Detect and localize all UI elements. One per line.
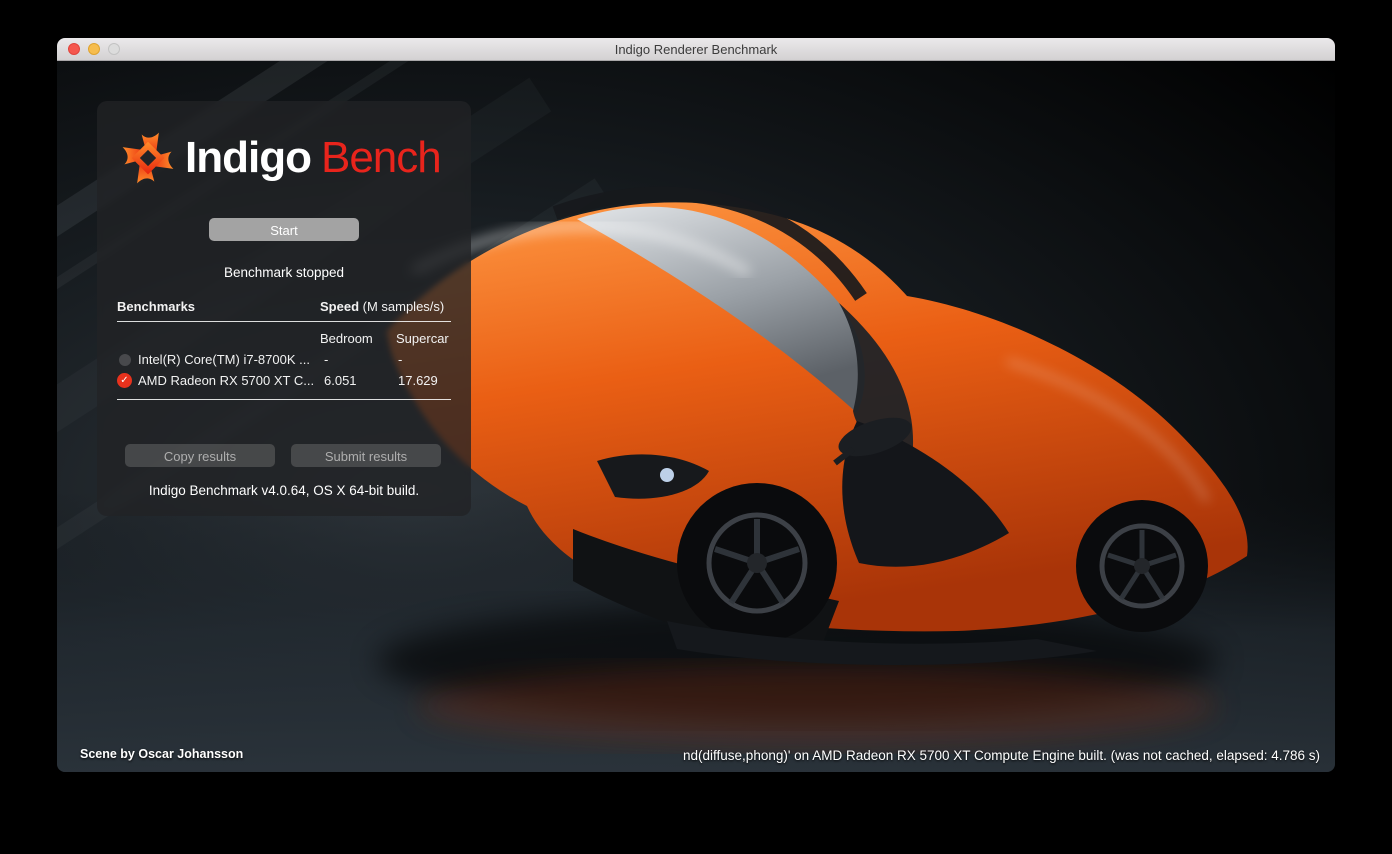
- device-name: Intel(R) Core(TM) i7-8700K ...: [138, 352, 310, 367]
- column-bedroom: Bedroom: [320, 331, 373, 346]
- table-header: Benchmarks Speed (M samples/s): [117, 299, 451, 322]
- zoom-button[interactable]: [108, 43, 120, 55]
- benchmarks-header: Benchmarks: [117, 299, 195, 314]
- submit-results-button[interactable]: Submit results: [291, 444, 441, 467]
- scene-credit-text: Scene by Oscar Johansson: [80, 747, 243, 761]
- app-logo: Indigo Bench: [119, 127, 441, 189]
- table-bottom-divider: [117, 399, 451, 400]
- results-table: Benchmarks Speed (M samples/s) Bedroom S…: [117, 299, 451, 400]
- render-viewport: Indigo Bench Start Benchmark stopped Ben…: [57, 61, 1335, 772]
- column-labels: Bedroom Supercar: [117, 331, 451, 349]
- supercar-score: -: [398, 352, 402, 367]
- version-text: Indigo Benchmark v4.0.64, OS X 64-bit bu…: [97, 483, 471, 498]
- pending-dot-icon: [117, 352, 132, 367]
- bedroom-score: 6.051: [324, 373, 357, 388]
- window-title: Indigo Renderer Benchmark: [57, 42, 1335, 57]
- benchmark-panel: Indigo Bench Start Benchmark stopped Ben…: [97, 101, 471, 516]
- app-window: Indigo Renderer Benchmark: [57, 38, 1335, 772]
- close-button[interactable]: [68, 43, 80, 55]
- device-name: AMD Radeon RX 5700 XT C...: [138, 373, 314, 388]
- column-supercar: Supercar: [396, 331, 449, 346]
- traffic-lights: [68, 38, 120, 60]
- checked-icon: ✓: [117, 373, 132, 388]
- render-log-text: nd(diffuse,phong)' on AMD Radeon RX 5700…: [660, 748, 1320, 766]
- supercar-score: 17.629: [398, 373, 438, 388]
- titlebar[interactable]: Indigo Renderer Benchmark: [57, 38, 1335, 61]
- benchmark-status-text: Benchmark stopped: [97, 265, 471, 280]
- minimize-button[interactable]: [88, 43, 100, 55]
- start-button[interactable]: Start: [209, 218, 359, 241]
- table-row-gpu[interactable]: ✓ AMD Radeon RX 5700 XT C... 6.051 17.62…: [117, 370, 451, 391]
- logo-text-indigo: Indigo: [185, 133, 311, 183]
- table-row-cpu[interactable]: Intel(R) Core(TM) i7-8700K ... - -: [117, 349, 451, 370]
- logo-text-bench: Bench: [321, 133, 441, 183]
- indigo-logo-icon: [119, 127, 177, 189]
- bedroom-score: -: [324, 352, 328, 367]
- speed-header: Speed (M samples/s): [320, 299, 444, 314]
- copy-results-button[interactable]: Copy results: [125, 444, 275, 467]
